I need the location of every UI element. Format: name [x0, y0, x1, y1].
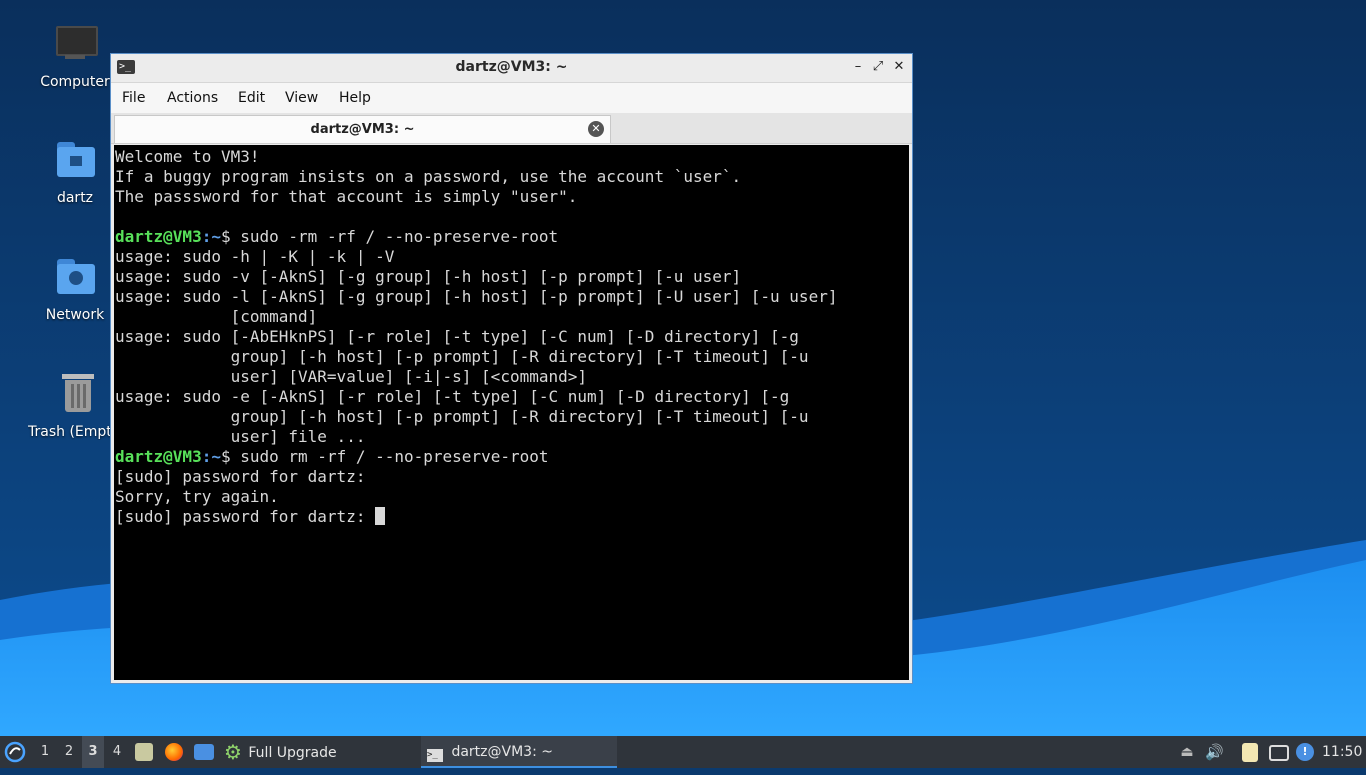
maximize-icon[interactable]: ⤢ [870, 59, 886, 75]
terminal-prompt-line: dartz@VM3:~$ sudo -rm -rf / --no-preserv… [114, 227, 909, 247]
prompt-sign: $ [220, 227, 231, 246]
workspace-2[interactable]: 2 [58, 736, 80, 768]
terminal-line: group] [-h host] [-p prompt] [-R directo… [115, 347, 809, 366]
update-notification-icon[interactable]: ! [1296, 743, 1314, 761]
terminal-line: usage: sudo [-AbEHknPS] [-r role] [-t ty… [115, 327, 799, 346]
taskbar: 1 2 3 4 ⚙ Full Upgrade >_ dartz@VM3: ~ ⏏… [0, 736, 1366, 768]
workspace-1[interactable]: 1 [34, 736, 56, 768]
close-icon[interactable]: ✕ [891, 59, 907, 75]
title-bar[interactable]: >_ dartz@VM3: ~ – ⤢ ✕ [111, 54, 912, 83]
terminal-line: The passsword for that account is simply… [115, 187, 578, 206]
terminal-line: [sudo] password for dartz: [115, 507, 376, 526]
task-full-upgrade[interactable]: ⚙ Full Upgrade [224, 736, 414, 768]
network-status-icon[interactable] [1269, 745, 1289, 761]
volume-icon[interactable]: 🔊 [1205, 743, 1224, 761]
terminal-line: usage: sudo -l [-AknS] [-g group] [-h ho… [115, 287, 838, 306]
terminal-line: [command] [115, 307, 318, 326]
desktop-icon-label: dartz [56, 190, 94, 206]
terminal-line: user] file ... [115, 427, 366, 446]
tab-label: dartz@VM3: ~ [310, 122, 415, 137]
task-label: Full Upgrade [248, 745, 337, 761]
terminal-line: group] [-h host] [-p prompt] [-R directo… [115, 407, 809, 426]
prompt-user: dartz@VM3 [115, 447, 202, 466]
desktop-icon-home-folder[interactable]: dartz [29, 138, 121, 206]
terminal-line: usage: sudo -h | -K | -k | -V [115, 247, 395, 266]
desktop-icon-label: Trash (Empty) [28, 424, 118, 440]
terminal-task-icon: >_ [427, 749, 443, 762]
desktop-icon-trash[interactable]: Trash (Empty) [22, 372, 118, 440]
terminal-command: sudo -rm -rf / --no-preserve-root [230, 227, 559, 246]
desktop-icon-computer[interactable]: Computer [29, 22, 121, 90]
terminal-window[interactable]: >_ dartz@VM3: ~ – ⤢ ✕ File Actions Edit … [110, 53, 913, 684]
menu-bar: File Actions Edit View Help [111, 83, 912, 113]
terminal-output[interactable]: Welcome to VM3! If a buggy program insis… [114, 145, 909, 680]
start-menu-button[interactable] [4, 736, 28, 768]
terminal-command: sudo rm -rf / --no-preserve-root [230, 447, 549, 466]
firefox-launcher-icon[interactable] [165, 743, 183, 761]
computer-icon [51, 22, 99, 70]
clock[interactable]: 11:50 [1322, 736, 1362, 768]
clipboard-icon[interactable] [1242, 743, 1258, 762]
desktop-launcher-icon[interactable] [194, 744, 214, 760]
prompt-user: dartz@VM3 [115, 227, 202, 246]
network-folder-icon [51, 255, 99, 303]
terminal-line: [sudo] password for dartz: [115, 467, 366, 486]
task-terminal[interactable]: >_ dartz@VM3: ~ [421, 736, 617, 768]
menu-edit[interactable]: Edit [238, 90, 265, 106]
tab-close-icon[interactable]: ✕ [588, 121, 604, 137]
workspace-4[interactable]: 4 [106, 736, 128, 768]
desktop-icon-label: Network [45, 307, 105, 323]
menu-help[interactable]: Help [339, 90, 371, 106]
prompt-path: :~ [201, 227, 221, 246]
workspace-3[interactable]: 3 [82, 736, 104, 768]
menu-actions[interactable]: Actions [167, 90, 218, 106]
menu-view[interactable]: View [285, 90, 318, 106]
home-folder-icon [51, 138, 99, 186]
minimize-icon[interactable]: – [850, 59, 866, 75]
terminal-line: If a buggy program insists on a password… [115, 167, 742, 186]
terminal-line: usage: sudo -v [-AknS] [-g group] [-h ho… [115, 267, 742, 286]
terminal-prompt-line: dartz@VM3:~$ sudo rm -rf / --no-preserve… [114, 447, 909, 467]
task-label: dartz@VM3: ~ [451, 744, 553, 760]
prompt-path: :~ [201, 447, 221, 466]
desktop-icon-network[interactable]: Network [29, 255, 121, 323]
terminal-line: usage: sudo -e [-AknS] [-r role] [-t typ… [115, 387, 790, 406]
menu-file[interactable]: File [122, 90, 145, 106]
terminal-input-line: [sudo] password for dartz: [114, 507, 909, 527]
terminal-line: Welcome to VM3! [115, 147, 260, 166]
desktop-icon-label: Computer [40, 74, 110, 90]
tab-terminal[interactable]: dartz@VM3: ~ ✕ [114, 115, 611, 143]
text-cursor [375, 507, 386, 525]
prompt-sign: $ [220, 447, 231, 466]
terminal-line: Sorry, try again. [115, 487, 279, 506]
window-title: dartz@VM3: ~ [455, 59, 568, 75]
tab-bar: dartz@VM3: ~ ✕ [111, 113, 912, 144]
eject-icon[interactable]: ⏏ [1178, 743, 1196, 761]
file-manager-launcher-icon[interactable] [135, 743, 153, 761]
start-menu-icon [4, 741, 26, 763]
trash-icon [54, 372, 102, 420]
gear-icon: ⚙ [224, 740, 242, 764]
terminal-line: user] [VAR=value] [-i|-s] [<command>] [115, 367, 588, 386]
